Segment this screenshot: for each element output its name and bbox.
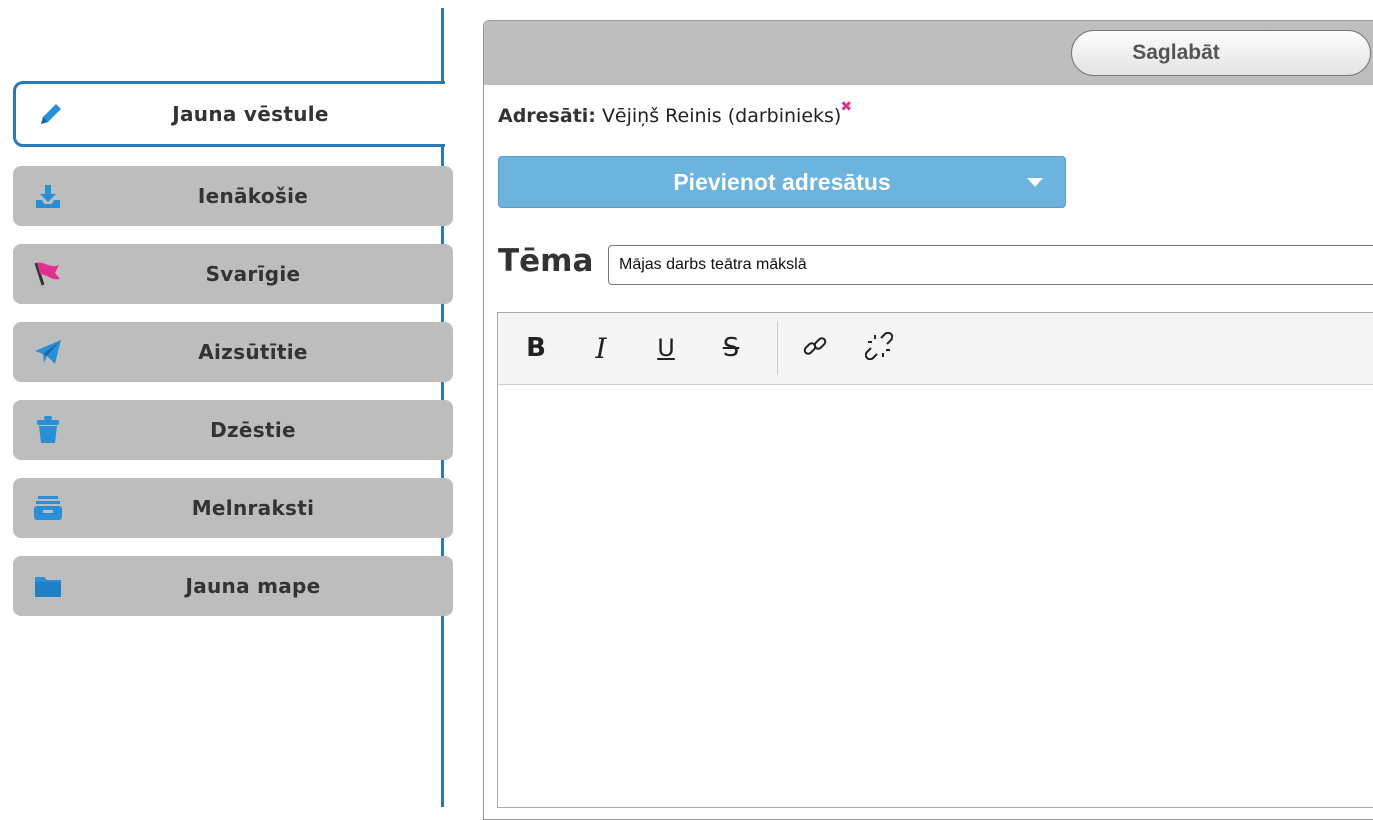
- recipients-label: Adresāti:: [498, 105, 596, 127]
- toolbar-separator: [777, 321, 778, 375]
- underline-button[interactable]: U: [649, 331, 683, 365]
- italic-icon: I: [595, 331, 607, 365]
- sidebar-item-label: Jauna vēstule: [172, 102, 329, 126]
- editor-toolbar: B I U S: [498, 313, 1373, 385]
- subject-label: Tēma: [498, 243, 594, 279]
- sidebar-item-label: Aizsūtītie: [198, 340, 308, 364]
- sidebar-item-important[interactable]: Svarīgie: [13, 244, 453, 304]
- sidebar-item-label: Dzēstie: [210, 418, 296, 442]
- caret-down-icon: [1027, 178, 1043, 187]
- sidebar-item-new-message[interactable]: Jauna vēstule: [13, 81, 445, 147]
- sidebar-item-label: Ienākošie: [197, 184, 309, 208]
- strikethrough-button[interactable]: S: [714, 331, 748, 365]
- save-button[interactable]: Saglabāt: [1071, 30, 1371, 76]
- paper-plane-icon: [33, 337, 63, 367]
- pencil-icon: [36, 99, 66, 129]
- sidebar-item-label: Jauna mape: [185, 574, 321, 598]
- remove-recipient-icon[interactable]: ✖: [840, 99, 852, 115]
- trash-icon: [33, 415, 63, 445]
- compose-header: Saglabāt: [484, 21, 1373, 85]
- sidebar-item-label: Svarīgie: [205, 262, 301, 286]
- sidebar-item-label: Melnraksti: [191, 496, 315, 520]
- strikethrough-icon: S: [722, 333, 740, 363]
- compose-panel: Saglabāt Adresāti: Vējiņš Reinis (darbin…: [483, 20, 1373, 820]
- sidebar-item-drafts[interactable]: Melnraksti: [13, 478, 453, 538]
- drafts-box-icon: [33, 493, 63, 523]
- folder-icon: [33, 571, 63, 601]
- underline-icon: U: [657, 334, 675, 362]
- link-icon: [801, 332, 829, 364]
- unlink-icon: [864, 331, 894, 364]
- flag-icon: [33, 259, 63, 289]
- link-button[interactable]: [798, 331, 832, 365]
- editor-body[interactable]: [498, 385, 1373, 807]
- subject-input[interactable]: [608, 245, 1373, 285]
- add-recipients-dropdown[interactable]: Pievienot adresātus: [498, 156, 1066, 208]
- bold-icon: B: [526, 333, 546, 363]
- recipient-name: Vējiņš Reinis (darbinieks): [601, 105, 842, 127]
- sidebar-item-sent[interactable]: Aizsūtītie: [13, 322, 453, 382]
- bold-button[interactable]: B: [519, 331, 553, 365]
- sidebar-item-new-folder[interactable]: Jauna mape: [13, 556, 453, 616]
- sidebar-item-deleted[interactable]: Dzēstie: [13, 400, 453, 460]
- inbox-download-icon: [33, 181, 63, 211]
- message-editor: B I U S: [497, 312, 1373, 808]
- sidebar-item-inbox[interactable]: Ienākošie: [13, 166, 453, 226]
- unlink-button[interactable]: [862, 331, 896, 365]
- add-recipients-label: Pievienot adresātus: [673, 168, 891, 195]
- italic-button[interactable]: I: [584, 331, 618, 365]
- sidebar: Jauna vēstule Ienākošie Svarīgie Aizsūtī…: [0, 0, 453, 807]
- recipients-row: Adresāti: Vējiņš Reinis (darbinieks)✖: [498, 99, 853, 127]
